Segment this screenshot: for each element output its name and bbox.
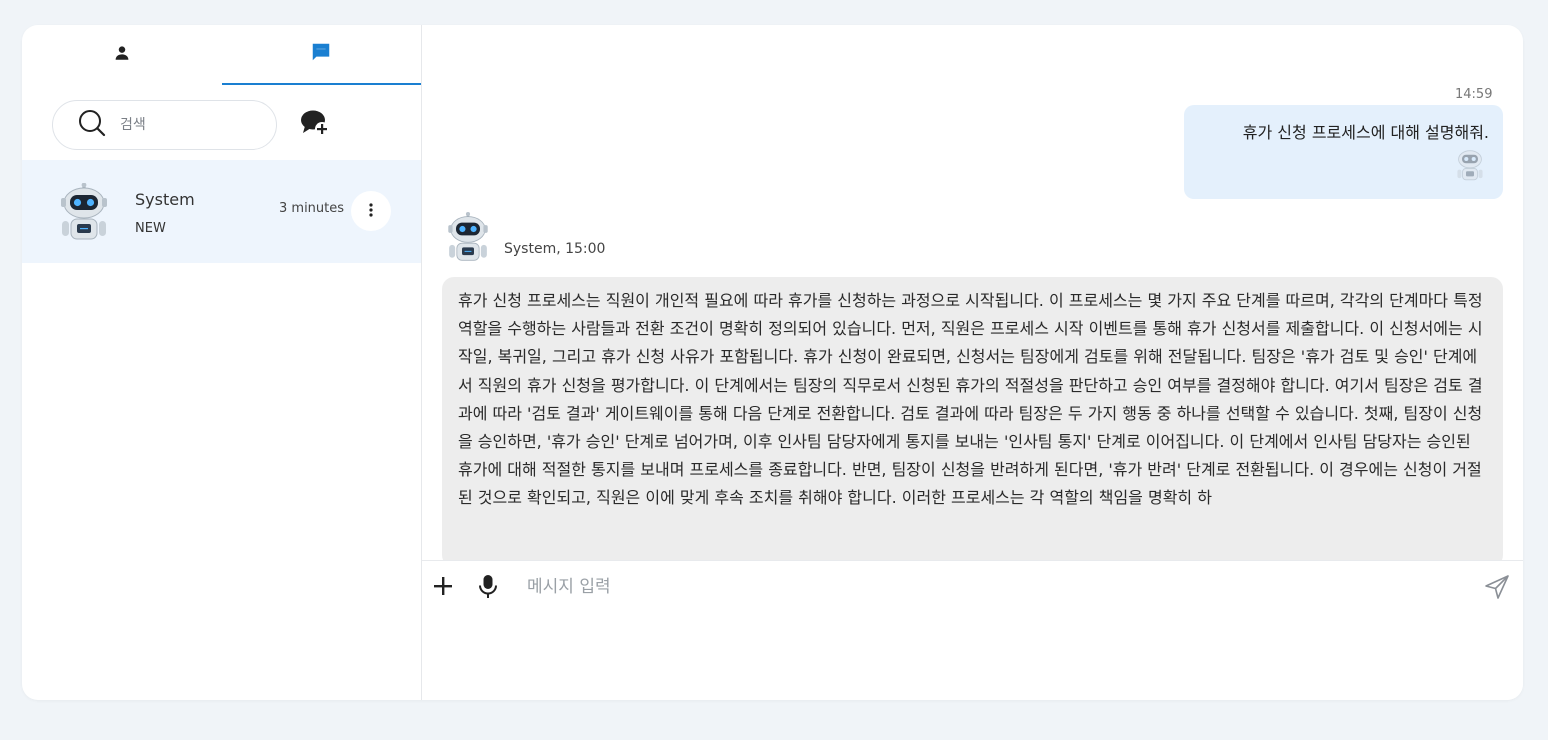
tab-chats[interactable] — [221, 25, 421, 85]
robot-avatar — [56, 182, 112, 243]
user-icon — [113, 44, 131, 66]
chat-app-window: System NEW 3 minutes 14:59 휴가 신청 프로세스에 대… — [22, 25, 1523, 700]
user-message-bubble: 휴가 신청 프로세스에 대해 설명해줘. — [1184, 105, 1503, 199]
search-row — [52, 100, 331, 150]
send-icon — [1485, 575, 1509, 599]
new-chat-button[interactable] — [299, 109, 331, 141]
message-input[interactable] — [527, 572, 1427, 602]
microphone-icon — [479, 575, 497, 598]
sidebar: System NEW 3 minutes — [22, 25, 422, 700]
conversation-name: System — [135, 190, 195, 209]
user-message-time: 14:59 — [1455, 87, 1493, 102]
send-button[interactable] — [1484, 574, 1510, 604]
chat-panel: 14:59 휴가 신청 프로세스에 대해 설명해줘. System, 15:00… — [422, 25, 1523, 700]
system-message-meta: System, 15:00 — [504, 241, 606, 257]
user-avatar — [1454, 147, 1486, 183]
system-message-bubble: 휴가 신청 프로세스는 직원이 개인적 필요에 따라 휴가를 신청하는 과정으로… — [442, 277, 1503, 567]
search-input[interactable] — [120, 117, 240, 133]
add-attachment-button[interactable] — [432, 575, 454, 601]
system-message-text: 휴가 신청 프로세스는 직원이 개인적 필요에 따라 휴가를 신청하는 과정으로… — [458, 291, 1483, 508]
microphone-button[interactable] — [477, 574, 499, 604]
chat-icon — [310, 41, 332, 67]
composer-row — [422, 572, 1523, 602]
conversation-time: 3 minutes — [279, 201, 345, 216]
sidebar-tabs — [22, 25, 421, 85]
new-chat-icon — [300, 109, 330, 141]
system-avatar — [444, 211, 492, 265]
tab-contacts[interactable] — [22, 25, 222, 85]
conversation-item[interactable]: System NEW 3 minutes — [22, 160, 421, 263]
search-icon — [78, 109, 106, 141]
conversation-menu-button[interactable] — [351, 191, 391, 231]
plus-icon — [434, 577, 452, 595]
search-box — [52, 100, 277, 150]
more-vertical-icon — [369, 202, 373, 221]
conversation-status-badge: NEW — [135, 221, 166, 236]
message-composer — [422, 560, 1523, 700]
user-message-text: 휴가 신청 프로세스에 대해 설명해줘. — [1242, 123, 1489, 142]
